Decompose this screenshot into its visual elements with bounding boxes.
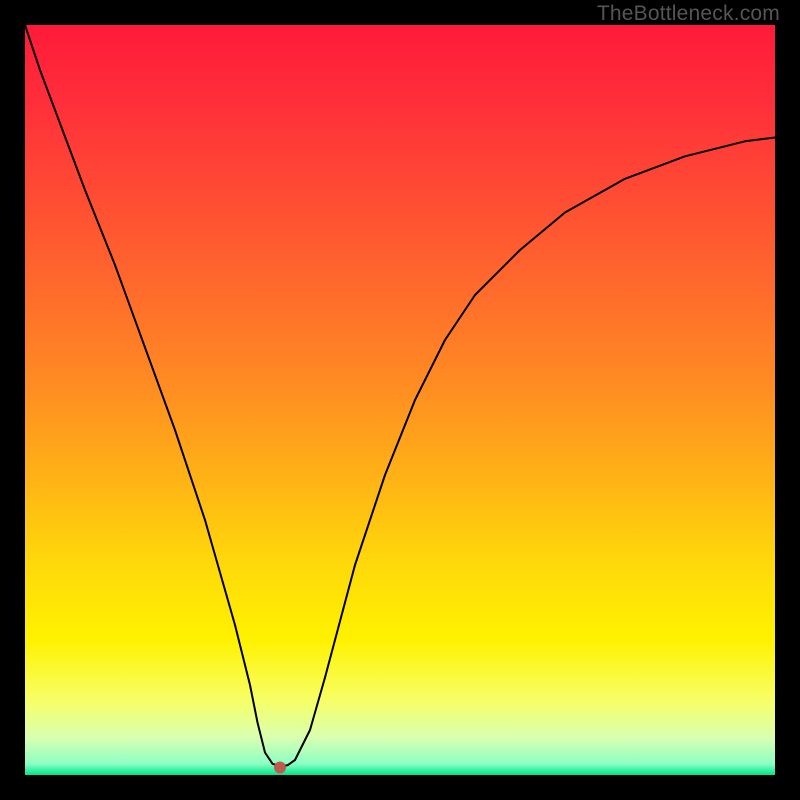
chart-svg: [25, 25, 775, 775]
watermark-text: TheBottleneck.com: [597, 2, 780, 26]
chart-frame: TheBottleneck.com: [0, 0, 800, 800]
optimal-point-marker: [274, 762, 286, 774]
plot-area: [25, 25, 775, 775]
gradient-rect: [25, 25, 775, 775]
